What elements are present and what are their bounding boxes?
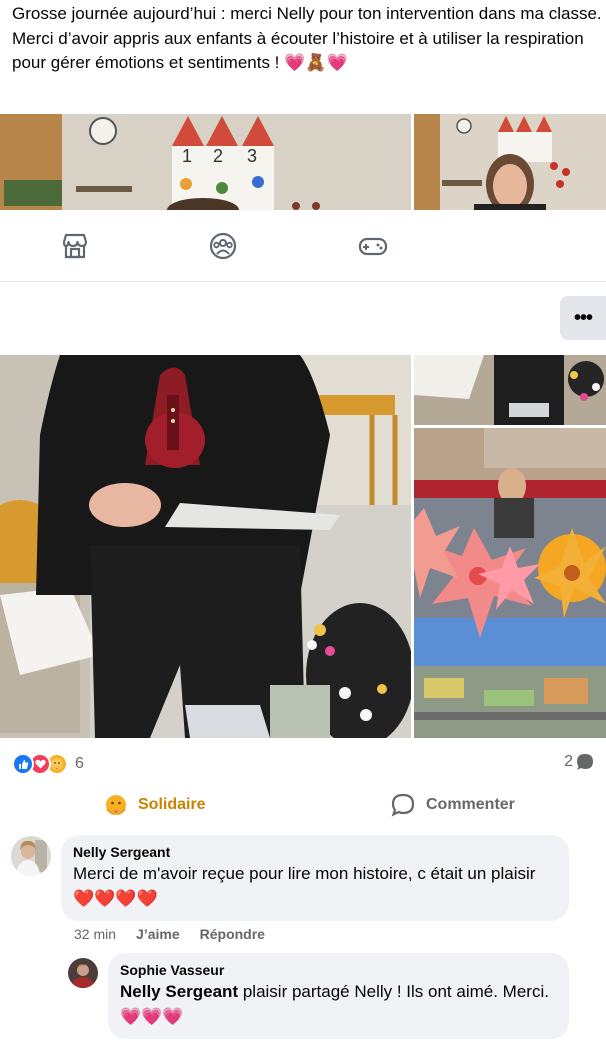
groups-icon[interactable] (208, 232, 238, 260)
comment-count[interactable]: 2 (564, 753, 594, 771)
svg-text:3: 3 (247, 146, 257, 166)
post-actions: Solidaire Commenter (0, 786, 606, 824)
comment-icon (391, 793, 415, 817)
post-photo-classroom-wall[interactable]: 1 2 3 (0, 114, 411, 210)
comment-button[interactable]: Commenter (390, 786, 515, 824)
reply-bubble: Sophie Vasseur Nelly Sergeant plaisir pa… (108, 953, 569, 1039)
post-photo-reading-storyteller[interactable] (0, 355, 411, 738)
solidaire-button[interactable]: Solidaire (104, 786, 206, 824)
post-photo-reading-detail[interactable] (414, 355, 606, 425)
marketplace-icon[interactable] (60, 232, 90, 260)
post-text: Grosse journée aujourd’hui : merci Nelly… (12, 2, 602, 76)
reply-comment-button[interactable]: Répondre (200, 926, 265, 942)
comment-meta: 32 min J’aime Répondre (74, 926, 265, 942)
comment-author[interactable]: Nelly Sergeant (73, 843, 557, 861)
comment-bubble: Nelly Sergeant Merci de m'avoir reçue po… (61, 835, 569, 921)
reaction-count: 6 (75, 755, 84, 772)
feed-separator (0, 282, 606, 355)
avatar[interactable] (68, 958, 98, 988)
solidaire-label: Solidaire (138, 796, 206, 813)
post-text-line-2: Merci d’avoir appris aux enfants à écout… (12, 28, 584, 73)
comment-count-value: 2 (564, 753, 573, 770)
comment-timestamp[interactable]: 32 min (74, 926, 116, 942)
care-reaction-icon (106, 795, 126, 815)
comment-author[interactable]: Sophie Vasseur (120, 961, 557, 979)
gaming-icon[interactable] (358, 232, 388, 260)
avatar[interactable] (11, 836, 51, 876)
post-photo-flowers-sticker[interactable] (414, 428, 606, 738)
comment-bubble-icon (577, 754, 593, 770)
bottom-nav-bar (0, 210, 606, 282)
svg-text:1: 1 (182, 146, 192, 166)
svg-text:2: 2 (213, 146, 223, 166)
reactions-summary[interactable]: 6 (12, 752, 84, 776)
comment-label: Commenter (426, 796, 515, 813)
post-photo-teacher-face[interactable] (414, 114, 606, 210)
more-options-button[interactable]: ••• (560, 296, 606, 340)
like-comment-button[interactable]: J’aime (136, 926, 180, 942)
like-reaction-icon (12, 753, 34, 775)
post-text-line-1: Grosse journée aujourd’hui : merci Nelly… (12, 4, 602, 23)
comment-text: Nelly Sergeant plaisir partagé Nelly ! I… (120, 979, 557, 1029)
comment-text: Merci de m'avoir reçue pour lire mon his… (73, 864, 536, 908)
comment-mention[interactable]: Nelly Sergeant (120, 982, 238, 1001)
